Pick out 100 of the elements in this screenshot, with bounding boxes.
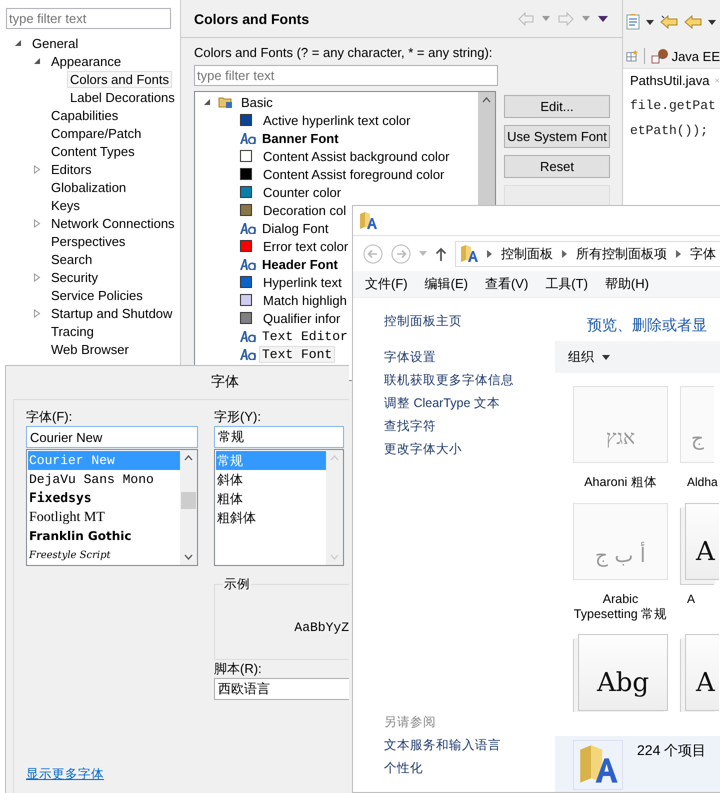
tree-item[interactable]: Perspectives: [48, 232, 128, 250]
preference-item[interactable]: Error text color: [260, 238, 352, 254]
link[interactable]: 个性化: [384, 757, 555, 780]
menu-item[interactable]: 编辑(E): [424, 275, 468, 293]
preference-item[interactable]: Content Assist foreground color: [260, 166, 448, 182]
menu-item[interactable]: 帮助(H): [604, 275, 649, 293]
style-field[interactable]: 常规: [214, 426, 344, 448]
link[interactable]: 文本服务和输入语言: [384, 734, 555, 757]
tree-item[interactable]: Editors: [48, 160, 94, 178]
breadcrumb[interactable]: 字体: [690, 244, 716, 262]
font-name: Arabic Typesetting 常规: [573, 592, 668, 622]
font-name-field[interactable]: Courier New: [26, 426, 198, 448]
tree-item[interactable]: General: [29, 34, 82, 52]
link[interactable]: 控制面板主页: [384, 310, 555, 333]
tree-item[interactable]: Globalization: [48, 178, 130, 196]
field-label: 脚本(R):: [214, 660, 263, 678]
menu-item[interactable]: 查看(V): [484, 275, 528, 293]
button[interactable]: Use System Font: [504, 125, 610, 148]
button[interactable]: Reset: [504, 155, 610, 178]
list-item[interactable]: Freestyle Script: [28, 546, 180, 565]
caret-icon: [582, 16, 590, 21]
link[interactable]: 显示更多字体: [26, 766, 198, 783]
back-arrow-icon: [518, 12, 534, 26]
list-item[interactable]: 粗斜体: [216, 508, 326, 527]
code-line: etPath());: [630, 123, 710, 138]
close-icon: [715, 76, 720, 85]
filter-label: Colors and Fonts (? = any character, * = any string):: [194, 45, 494, 60]
button[interactable]: Edit...: [504, 95, 610, 118]
list-item[interactable]: Fixedsys: [28, 489, 180, 508]
menu-item[interactable]: 工具(T): [545, 275, 588, 293]
tree-item[interactable]: Search: [48, 250, 96, 268]
code-line: file.getPat: [630, 98, 717, 113]
tree-item[interactable]: Capabilities: [48, 106, 122, 124]
tree-item[interactable]: Tracing: [48, 322, 97, 340]
breadcrumb[interactable]: 控制面板: [501, 244, 553, 262]
scroll-thumb[interactable]: [181, 492, 196, 509]
breadcrumb[interactable]: 所有控制面板项: [576, 244, 667, 262]
preference-item[interactable]: Hyperlink text: [260, 274, 345, 290]
category-item[interactable]: Basic: [238, 94, 276, 110]
tree-item[interactable]: Network Connections: [48, 214, 178, 232]
preference-item[interactable]: Text Font: [259, 346, 336, 362]
tree-item[interactable]: Colors and Fonts: [67, 70, 172, 88]
preference-item[interactable]: Banner Font: [259, 130, 342, 146]
list-item[interactable]: 斜体: [216, 470, 326, 489]
organize-button[interactable]: 组织: [568, 348, 610, 366]
tree-item[interactable]: Web Browser: [48, 340, 132, 358]
preference-item[interactable]: Match highligh: [260, 292, 350, 308]
link[interactable]: 字体设置: [384, 346, 555, 369]
preference-item[interactable]: Dialog Font: [259, 220, 332, 236]
editor-tab[interactable]: PathsUtil.java: [630, 73, 710, 88]
style-list[interactable]: 常规 斜体 粗体 粗斜体: [214, 449, 344, 566]
preference-item[interactable]: Qualifier infor: [260, 310, 344, 326]
back-arrow-icon: [660, 15, 678, 29]
tree-item[interactable]: Label Decorations: [67, 88, 178, 106]
font-name: Aldha: [686, 475, 718, 490]
address-bar[interactable]: 控制面板 所有控制面板项 字体: [455, 240, 720, 266]
caret-icon: [602, 354, 610, 360]
preference-item[interactable]: Content Assist background color: [260, 148, 452, 164]
script-dropdown[interactable]: 西欧语言: [214, 678, 349, 700]
link[interactable]: 查找字符: [384, 415, 555, 438]
filter-field[interactable]: type filter text: [194, 65, 498, 86]
preference-item[interactable]: Active hyperlink text color: [260, 112, 414, 128]
group-label: 示例: [223, 576, 251, 593]
open-perspective-icon: [626, 49, 638, 63]
link[interactable]: 调整 ClearType 文本: [384, 392, 555, 415]
font-list[interactable]: Courier New DejaVu Sans Mono Fixedsys Footlight MT Franklin Gothic Freestyle Script: [26, 449, 198, 566]
list-item[interactable]: Franklin Gothic: [28, 527, 180, 546]
chevron-icon: [562, 250, 567, 258]
tree-item[interactable]: Content Types: [48, 142, 138, 160]
tree-item[interactable]: Keys: [48, 196, 83, 214]
preference-item[interactable]: Header Font: [259, 256, 341, 272]
list-item[interactable]: 粗体: [216, 489, 326, 508]
link[interactable]: 更改字体大小: [384, 438, 555, 461]
tree-item[interactable]: Security: [48, 268, 101, 286]
preference-item[interactable]: Decoration col: [260, 202, 350, 218]
font-icon: [240, 132, 256, 144]
list-item[interactable]: DejaVu Sans Mono: [28, 470, 180, 489]
dialog-title: 字体: [210, 372, 240, 391]
menu-item[interactable]: 文件(F): [365, 275, 408, 293]
link[interactable]: 联机获取更多字体信息: [384, 369, 555, 392]
up-arrow-icon: [435, 246, 447, 260]
preference-item[interactable]: Text Editor: [259, 328, 351, 344]
scrollbar[interactable]: [180, 450, 197, 565]
field-label: 字形(Y):: [214, 408, 262, 426]
preference-item[interactable]: Counter color: [260, 184, 344, 200]
fonts-folder-icon: [460, 244, 478, 263]
field-label: 字体(F):: [26, 408, 74, 426]
list-item[interactable]: Footlight MT: [28, 508, 180, 527]
tree-item[interactable]: Compare/Patch: [48, 124, 144, 142]
page-heading: 预览、删除或者显: [586, 316, 708, 336]
scrollbar[interactable]: [326, 450, 343, 565]
tree-item[interactable]: Startup and Shutdow: [48, 304, 176, 322]
tree-item[interactable]: Service Policies: [48, 286, 146, 304]
chevron-icon: [487, 250, 492, 258]
scrollbar[interactable]: [478, 92, 495, 206]
font-icon: [240, 348, 256, 360]
caret-icon: [419, 251, 427, 256]
tree-item[interactable]: Appearance: [48, 52, 124, 70]
filter-field[interactable]: type filter text: [6, 8, 171, 29]
font-name: Aharoni 粗体: [583, 475, 658, 490]
